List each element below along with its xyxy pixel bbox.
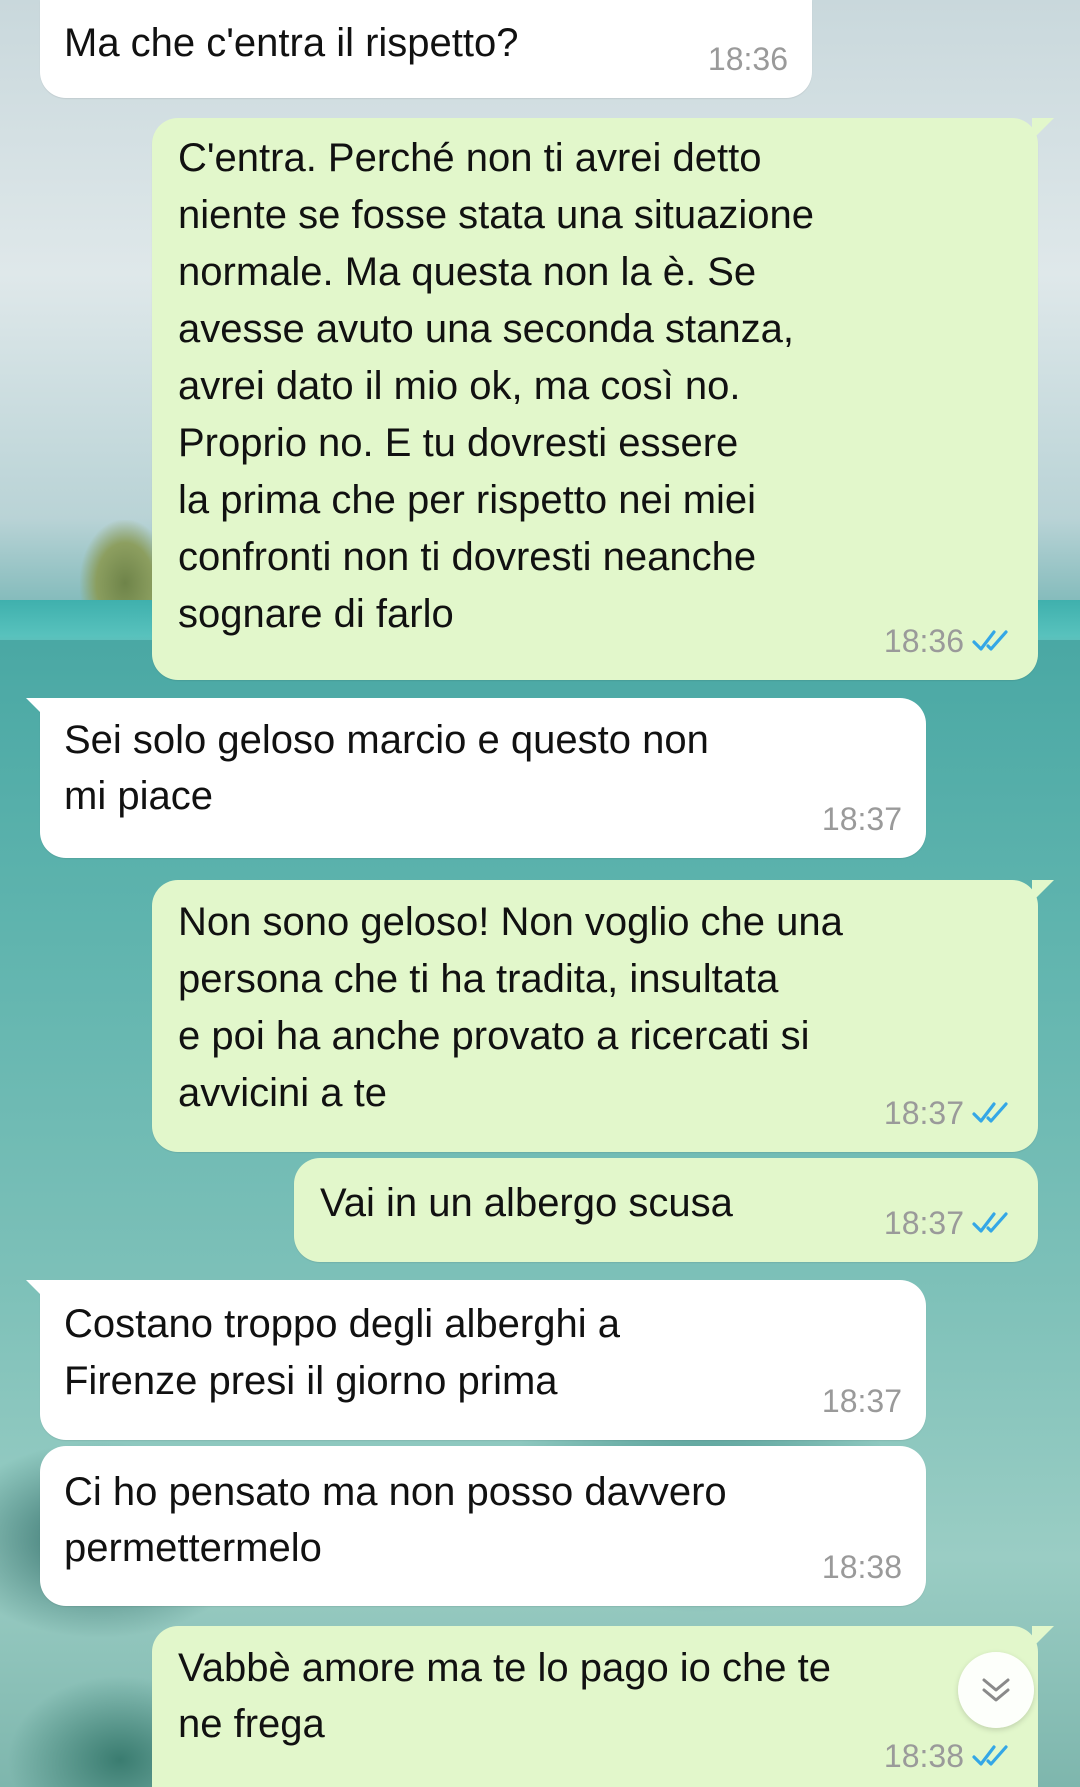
message-text: Ci ho pensato ma non posso davvero perme… (64, 1470, 727, 1570)
message-time: 18:36 (883, 623, 964, 659)
message-bubble-outgoing[interactable]: Vabbè amore ma te lo pago io che te ne f… (152, 1626, 1054, 1787)
message-meta: 18:36 (884, 616, 1014, 666)
message-text: Costano troppo degli alberghi a Firenze … (64, 1302, 620, 1403)
message-text: Ma che c'entra il rispetto? (64, 21, 519, 65)
double-check-icon (972, 1212, 1008, 1233)
message-meta: 18:38 (884, 1731, 1014, 1781)
message-meta: 18:37 (822, 1376, 902, 1426)
message-meta: 18:36 (708, 34, 788, 84)
double-check-icon (972, 630, 1008, 651)
message-meta: 18:38 (822, 1542, 902, 1592)
message-bubble-outgoing[interactable]: Non sono geloso! Non voglio che una pers… (152, 880, 1054, 1152)
message-time: 18:37 (821, 1383, 902, 1419)
chevron-down-icon (982, 1678, 1010, 1702)
message-bubble-incoming[interactable]: Costano troppo degli alberghi a Firenze … (26, 1280, 926, 1440)
message-time: 18:38 (883, 1738, 964, 1774)
message-meta: 18:37 (822, 794, 902, 844)
scroll-down-button[interactable] (958, 1652, 1034, 1728)
message-text: Sei solo geloso marcio e questo non mi p… (64, 718, 709, 818)
message-bubble-incoming[interactable]: Ci ho pensato ma non posso davvero perme… (40, 1446, 926, 1606)
message-bubble-outgoing[interactable]: Vai in un albergo scusa 18:37 (294, 1158, 1038, 1262)
message-time: 18:37 (821, 801, 902, 837)
message-time: 18:36 (707, 41, 788, 77)
double-check-icon (972, 1102, 1008, 1123)
message-time: 18:37 (883, 1205, 964, 1241)
message-time: 18:38 (821, 1549, 902, 1585)
double-check-icon (972, 1745, 1008, 1766)
message-meta: 18:37 (884, 1198, 1014, 1248)
message-bubble-outgoing[interactable]: C'entra. Perché non ti avrei detto nient… (152, 118, 1054, 680)
message-list[interactable]: Ma che c'entra il rispetto? 18:36 C'entr… (0, 0, 1080, 1787)
message-text: C'entra. Perché non ti avrei detto nient… (178, 136, 814, 636)
message-bubble-incoming[interactable]: Sei solo geloso marcio e questo non mi p… (26, 698, 926, 858)
message-meta: 18:37 (884, 1088, 1014, 1138)
message-time: 18:37 (883, 1095, 964, 1131)
message-bubble-incoming[interactable]: Ma che c'entra il rispetto? 18:36 (40, 0, 812, 98)
